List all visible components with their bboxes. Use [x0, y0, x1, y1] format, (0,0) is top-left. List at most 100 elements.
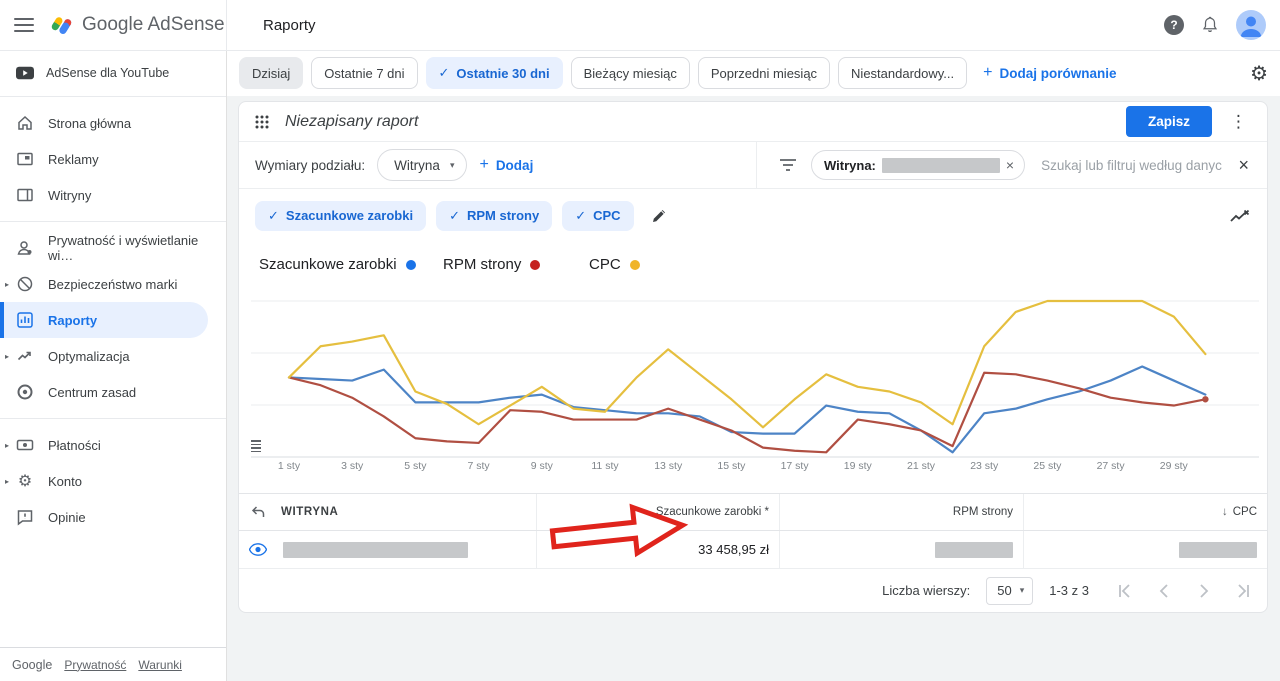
active-filter-chip[interactable]: Witryna: ×	[811, 150, 1025, 180]
legend-item-cpc[interactable]: CPC	[589, 256, 640, 273]
dimensions-label: Wymiary podziału:	[255, 158, 365, 173]
date-chip-custom[interactable]: Niestandardowy...	[838, 57, 967, 89]
report-card: Niezapisany raport Zapisz ⋮ Wymiary podz…	[238, 101, 1268, 613]
metric-chip-earnings[interactable]: ✓ Szacunkowe zarobki	[255, 201, 426, 231]
last-page-icon[interactable]	[1235, 582, 1253, 600]
sidebar-item-ads[interactable]: Reklamy	[0, 141, 226, 177]
rows-per-page-select[interactable]: 50 ▾	[986, 577, 1033, 605]
sidebar-item-privacy[interactable]: Prywatność i wyświetlanie wi…	[0, 230, 226, 266]
search-input[interactable]	[1039, 157, 1224, 174]
hide-chart-icon[interactable]	[1229, 207, 1251, 225]
feedback-icon	[16, 508, 34, 526]
help-icon[interactable]: ?	[1164, 15, 1184, 35]
pagination-range: 1-3 z 3	[1049, 583, 1089, 598]
expand-caret-icon[interactable]: ▸	[5, 280, 9, 289]
home-icon	[16, 114, 34, 132]
save-button[interactable]: Zapisz	[1126, 106, 1212, 137]
kebab-menu-icon[interactable]: ⋮	[1226, 112, 1251, 132]
table-header-rpm[interactable]: RPM strony	[779, 494, 1023, 530]
legend-dot	[406, 260, 416, 270]
sidebar-item-optimization[interactable]: ▸ Optymalizacja	[0, 338, 226, 374]
blocked-icon	[16, 275, 34, 293]
results-table: WITRYNA Szacunkowe zarobki * RPM strony …	[239, 493, 1267, 569]
grid-icon[interactable]	[253, 113, 271, 131]
notifications-bell-icon[interactable]	[1201, 16, 1219, 34]
sidebar-item-account[interactable]: ▸ ⚙ Konto	[0, 463, 226, 499]
previous-page-icon[interactable]	[1155, 582, 1173, 600]
sidebar-item-adsense-youtube[interactable]: AdSense dla YouTube	[0, 50, 226, 97]
cell-earnings: 33 458,95 zł	[536, 531, 779, 568]
x-axis-label: 23 sty	[970, 460, 999, 472]
sidebar-item-policy-center[interactable]: Centrum zasad	[0, 374, 226, 410]
first-page-icon[interactable]	[1115, 582, 1133, 600]
dimension-select[interactable]: Witryna ▾	[377, 149, 467, 181]
privacy-person-icon	[16, 239, 34, 257]
table-header-earnings[interactable]: Szacunkowe zarobki *	[536, 494, 779, 530]
table-header-witryna[interactable]: WITRYNA	[239, 494, 536, 530]
topbar-left: Google AdSense	[0, 0, 227, 50]
x-axis-label: 27 sty	[1097, 460, 1126, 472]
eye-icon[interactable]	[249, 541, 267, 559]
date-chip-previous-month[interactable]: Poprzedni miesiąc	[698, 57, 830, 89]
series-end-dot	[1202, 396, 1208, 402]
sidebar-item-payments[interactable]: ▸ Płatności	[0, 427, 226, 463]
settings-gear-icon[interactable]: ⚙	[1250, 61, 1268, 86]
clear-filters-icon[interactable]: ×	[1238, 155, 1249, 176]
legend-item-rpm[interactable]: RPM strony	[443, 256, 540, 273]
payments-icon	[16, 436, 34, 454]
date-chip-last-30-days[interactable]: ✓ Ostatnie 30 dni	[426, 57, 563, 89]
x-axis-label: 21 sty	[907, 460, 936, 472]
metric-chip-label: Szacunkowe zarobki	[286, 208, 413, 223]
expand-caret-icon[interactable]: ▸	[5, 441, 9, 450]
sidebar-item-label: Raporty	[48, 313, 97, 328]
date-chip-last-7-days[interactable]: Ostatnie 7 dni	[311, 57, 417, 89]
check-icon: ✓	[268, 208, 279, 224]
adsense-logo: Google AdSense	[48, 12, 225, 38]
table-row[interactable]: 33 458,95 zł	[239, 531, 1267, 569]
metric-chip-rpm[interactable]: ✓ RPM strony	[436, 201, 552, 231]
user-avatar[interactable]	[1236, 10, 1266, 40]
filter-icon[interactable]	[779, 156, 797, 174]
sidebar-item-reports[interactable]: Raporty	[0, 302, 208, 338]
expand-caret-icon[interactable]: ▸	[5, 477, 9, 486]
chart-series	[289, 301, 1205, 427]
table-header-cpc[interactable]: ↓ CPC	[1023, 494, 1267, 530]
edit-metrics-pencil-icon[interactable]	[650, 207, 668, 225]
x-axis-label: 1 sty	[278, 460, 301, 472]
sidebar-item-sites[interactable]: Witryny	[0, 177, 226, 213]
x-axis-label: 29 sty	[1160, 460, 1189, 472]
sidebar-item-label: Centrum zasad	[48, 385, 136, 400]
adsense-logo-icon	[48, 12, 74, 38]
remove-filter-icon[interactable]: ×	[1006, 157, 1014, 173]
axis-menu-icon[interactable]	[251, 440, 261, 452]
privacy-link[interactable]: Prywatność	[64, 658, 126, 672]
rows-per-page-value: 50	[997, 583, 1011, 598]
pagination-bar: Liczba wierszy: 50 ▾ 1-3 z 3	[239, 569, 1267, 612]
sidebar-item-home[interactable]: Strona główna	[0, 105, 226, 141]
x-axis-label: 5 sty	[404, 460, 427, 472]
sidebar-item-brand-safety[interactable]: ▸ Bezpieczeństwo marki	[0, 266, 226, 302]
policy-center-icon	[16, 383, 34, 401]
date-chip-today[interactable]: Dzisiaj	[239, 57, 303, 89]
menu-icon[interactable]	[14, 18, 34, 32]
main-content: Dzisiaj Ostatnie 7 dni ✓ Ostatnie 30 dni…	[227, 50, 1280, 681]
adsense-app: Google AdSense Raporty ? AdSense dla You…	[0, 0, 1280, 681]
filter-row: Wymiary podziału: Witryna ▾ + Dodaj	[239, 142, 1267, 189]
sidebar-item-feedback[interactable]: Opinie	[0, 499, 226, 535]
expand-caret-icon[interactable]: ▸	[5, 352, 9, 361]
column-label: RPM strony	[953, 506, 1013, 518]
date-range-bar: Dzisiaj Ostatnie 7 dni ✓ Ostatnie 30 dni…	[227, 50, 1280, 96]
undo-arrow-icon[interactable]	[249, 503, 267, 521]
add-comparison-button[interactable]: + Dodaj porównanie	[983, 64, 1116, 82]
date-chip-current-month[interactable]: Bieżący miesiąc	[571, 57, 690, 89]
terms-link[interactable]: Warunki	[138, 658, 182, 672]
youtube-icon	[16, 64, 34, 82]
add-dimension-label: Dodaj	[496, 158, 534, 173]
chevron-down-icon: ▾	[1020, 585, 1025, 596]
legend-dot	[630, 260, 640, 270]
next-page-icon[interactable]	[1195, 582, 1213, 600]
legend-item-earnings[interactable]: Szacunkowe zarobki	[259, 256, 416, 273]
add-dimension-button[interactable]: + Dodaj	[479, 156, 533, 174]
chevron-down-icon: ▾	[450, 160, 455, 171]
metric-chip-cpc[interactable]: ✓ CPC	[562, 201, 633, 231]
